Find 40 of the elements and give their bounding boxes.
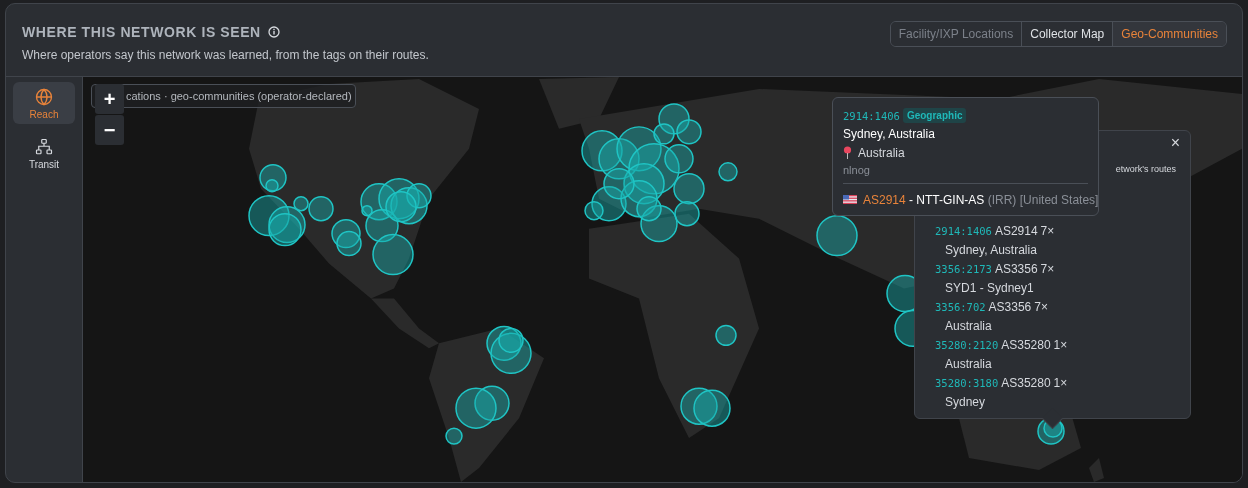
asn-label: AS3356 — [988, 299, 1032, 314]
count-label: 1× — [1053, 375, 1068, 390]
location-label: SYD1 - Sydney1 — [944, 279, 1035, 297]
location-label: Sydney, Australia — [944, 241, 1038, 259]
asn-label: AS3356 — [994, 261, 1038, 276]
count-label: 7× — [1034, 299, 1048, 314]
source-label: nlnog — [843, 163, 871, 178]
close-button[interactable]: × — [1166, 134, 1184, 152]
asn-label: AS2914 — [994, 223, 1038, 238]
count-label: 7× — [1040, 261, 1055, 276]
community-code: 3356:2173 — [935, 262, 992, 275]
tag-badge: Geographic — [902, 108, 967, 123]
popup-text: etwork's routes — [1115, 164, 1176, 174]
community-code: 2914:1406 — [843, 109, 900, 122]
location-label: Australia — [944, 355, 993, 373]
community-code: 35280:2120 — [935, 338, 999, 351]
community-code: 2914:1406 — [935, 224, 992, 237]
globe-icon — [35, 88, 53, 106]
panel-title: WHERE THIS NETWORK IS SEEN — [22, 24, 261, 40]
asn-label: AS35280 — [1001, 337, 1051, 352]
hierarchy-icon — [35, 138, 53, 156]
location-label: Australia — [944, 317, 993, 335]
panel-subtitle: Where operators say this network was learned, from the tags on their routes. — [22, 48, 429, 62]
flag-icon — [843, 195, 857, 204]
pin-icon — [843, 146, 852, 159]
asn-label: AS35280 — [1001, 375, 1051, 390]
view-tab[interactable]: Geo-Communities — [1112, 22, 1226, 46]
tooltip-title: Sydney, Australia — [843, 126, 936, 143]
community-code: 3356:702 — [935, 300, 986, 313]
sidebar-item[interactable]: Transit — [13, 132, 75, 174]
as-line: AS2914 - NTT-GIN-AS (IRR) [United States] — [863, 192, 1099, 207]
location-label: Sydney — [944, 393, 987, 411]
community-code: 35280:3180 — [935, 376, 999, 389]
sidebar-item[interactable]: Reach — [13, 82, 75, 124]
count-label: 7× — [1040, 223, 1055, 238]
country-label: Australia — [858, 145, 905, 160]
zoom-in-button[interactable]: + — [95, 84, 124, 114]
count-label: 1× — [1053, 337, 1068, 352]
info-icon[interactable] — [267, 26, 280, 38]
zoom-out-button[interactable]: − — [95, 115, 124, 145]
